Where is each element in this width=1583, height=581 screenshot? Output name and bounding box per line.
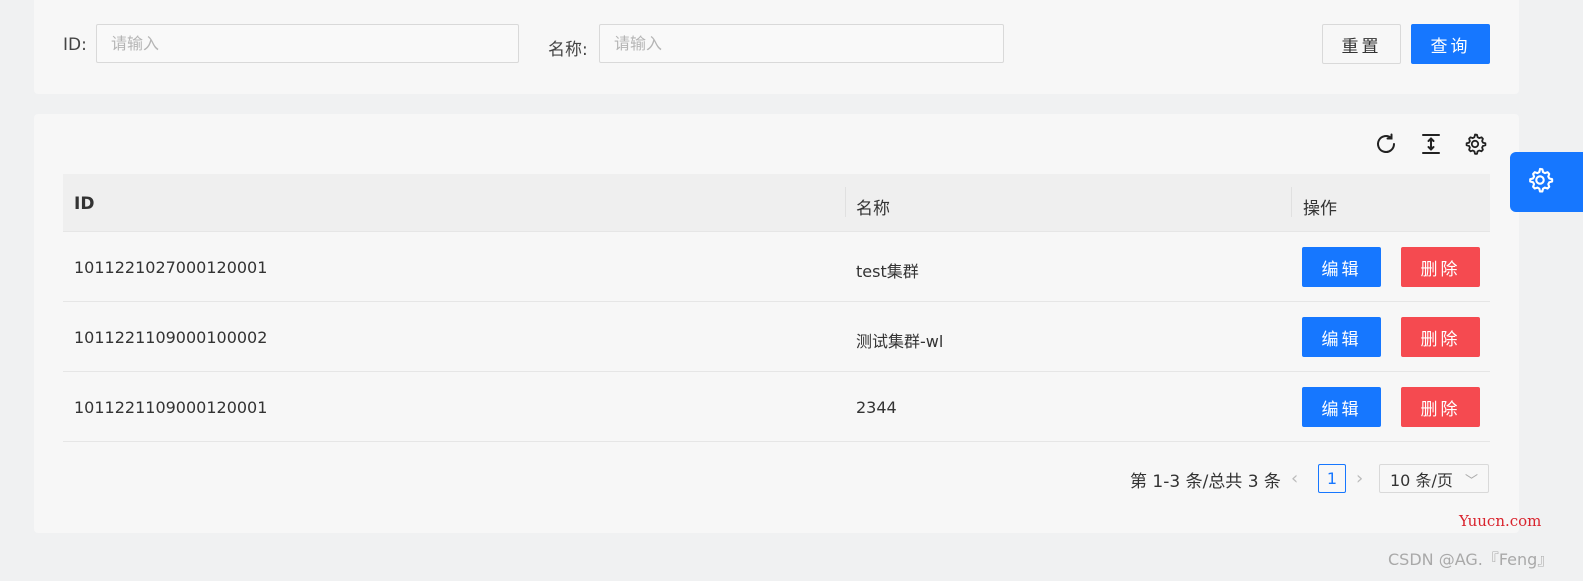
cell-name: 测试集群-wl — [856, 332, 944, 351]
table-card: ID 名称 操作 1011221027000120001 test集群 编辑 删… — [34, 114, 1519, 533]
id-input[interactable] — [96, 24, 519, 63]
gear-icon[interactable] — [1463, 132, 1487, 156]
chevron-down-icon: ﹀ — [1464, 474, 1478, 489]
name-label: 名称: — [548, 40, 588, 60]
table-row: 1011221027000120001 test集群 编辑 删除 — [63, 232, 1490, 302]
table-row: 1011221109000100002 测试集群-wl 编辑 删除 — [63, 302, 1490, 372]
table-row: 1011221109000120001 2344 编辑 删除 — [63, 372, 1490, 442]
cell-id: 1011221109000120001 — [74, 398, 268, 417]
edit-button[interactable]: 编辑 — [1302, 317, 1381, 357]
prev-page-icon[interactable]: ‹ — [1291, 468, 1298, 489]
column-height-icon[interactable] — [1419, 132, 1443, 156]
next-page-icon[interactable]: › — [1356, 468, 1363, 489]
cell-name: test集群 — [856, 262, 919, 281]
page-number-button[interactable]: 1 — [1318, 464, 1346, 493]
refresh-icon[interactable] — [1374, 132, 1398, 156]
id-label: ID: — [63, 35, 87, 55]
column-header-id: ID — [74, 194, 95, 214]
pagination-total: 第 1-3 条/总共 3 条 — [1130, 472, 1281, 492]
page-size-select[interactable]: 10 条/页 ﹀ — [1379, 464, 1489, 493]
cell-name: 2344 — [856, 398, 897, 417]
floating-settings-button[interactable] — [1510, 152, 1583, 212]
gear-icon — [1526, 166, 1554, 198]
search-form: ID: 名称: 重置 查询 — [34, 0, 1519, 94]
delete-button[interactable]: 删除 — [1401, 317, 1480, 357]
watermark-author: CSDN @AG.『Feng』 — [1388, 550, 1554, 569]
column-header-actions: 操作 — [1303, 199, 1337, 219]
data-table: ID 名称 操作 1011221027000120001 test集群 编辑 删… — [63, 174, 1490, 442]
reset-button[interactable]: 重置 — [1322, 24, 1401, 64]
cell-id: 1011221109000100002 — [74, 328, 268, 347]
page-size-value: 10 条/页 — [1390, 470, 1453, 490]
delete-button[interactable]: 删除 — [1401, 247, 1480, 287]
name-input[interactable] — [599, 24, 1004, 63]
column-divider — [845, 187, 846, 217]
column-divider — [1291, 187, 1292, 217]
delete-button[interactable]: 删除 — [1401, 387, 1480, 427]
edit-button[interactable]: 编辑 — [1302, 247, 1381, 287]
column-header-name: 名称 — [856, 199, 890, 219]
edit-button[interactable]: 编辑 — [1302, 387, 1381, 427]
query-button[interactable]: 查询 — [1411, 24, 1490, 64]
cell-id: 1011221027000120001 — [74, 258, 268, 277]
table-header: ID 名称 操作 — [63, 174, 1490, 232]
watermark-site: Yuucn.com — [1459, 512, 1542, 530]
